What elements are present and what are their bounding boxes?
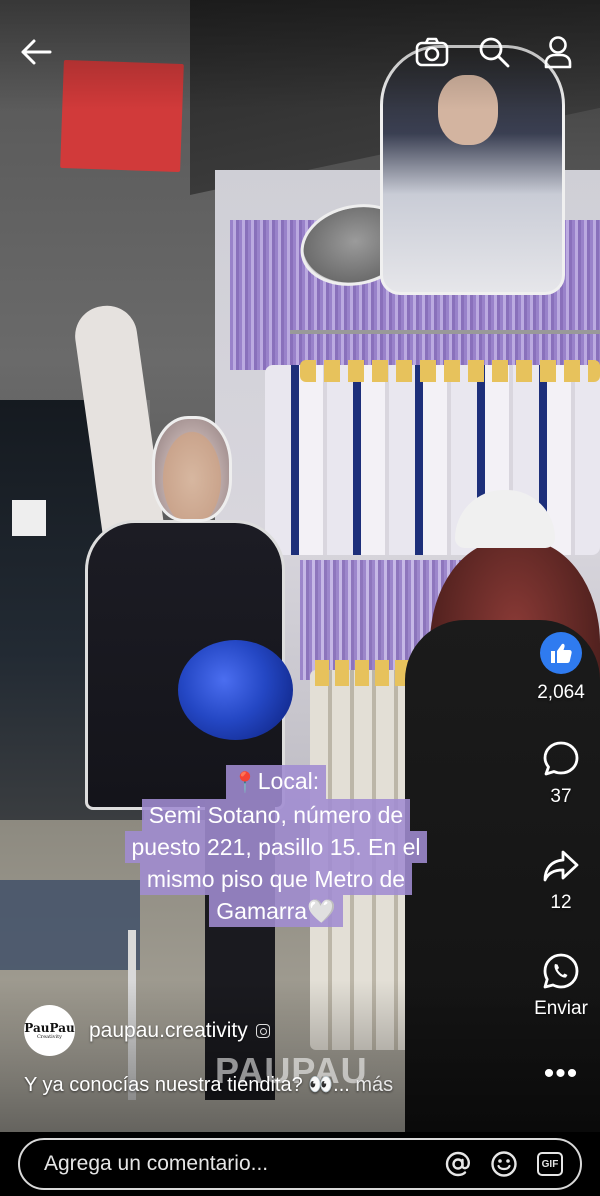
hangers (300, 360, 600, 382)
camera-icon (415, 37, 449, 67)
sticker-text: Gamarra (216, 898, 308, 924)
author-row[interactable]: PauPau Creativity paupau.creativity (24, 1005, 270, 1056)
pin-emoji: 📍 (232, 772, 258, 794)
camera-button[interactable] (410, 30, 454, 74)
emoji-icon (491, 1151, 517, 1177)
comment-placeholder: Agrega un comentario... (44, 1152, 269, 1175)
at-icon (445, 1151, 470, 1177)
clothes-rack (290, 330, 600, 334)
sticker-line: puesto 221, pasillo 15. En el (124, 831, 428, 863)
sticker-text: Local: (257, 768, 320, 794)
share-icon (543, 850, 579, 882)
sticker-line: Gamarra🤍 (209, 895, 343, 927)
send-whatsapp-button[interactable]: Enviar (522, 952, 600, 1020)
comment-icon (543, 741, 579, 776)
post-caption[interactable]: Y ya conocías nuestra tiendita? 👀... más (24, 1072, 393, 1097)
emoji-button[interactable] (488, 1148, 520, 1180)
heart-emoji: 🤍 (307, 898, 336, 924)
avatar-subtext: Creativity (36, 1033, 63, 1040)
door-sign (12, 500, 46, 536)
sticker-line: Semi Sotano, número de (141, 799, 411, 831)
sticker-line: 📍Local: (225, 765, 327, 799)
comment-count: 37 (550, 786, 572, 807)
search-icon (479, 37, 510, 68)
share-button[interactable]: 12 (522, 848, 600, 914)
back-button[interactable] (14, 30, 58, 74)
post-caption-text: Y ya conocías nuestra tiendita? 👀... (24, 1074, 356, 1096)
share-count: 12 (550, 892, 572, 913)
more-icon: ••• (543, 1057, 579, 1090)
caption-sticker: 📍Local: Semi Sotano, número de puesto 22… (98, 765, 454, 927)
like-button[interactable]: 2,064 (522, 632, 600, 704)
more-link[interactable]: más (355, 1074, 393, 1096)
gif-button[interactable]: GIF (534, 1148, 566, 1180)
comment-bar-container: Agrega un comentario... GIF (0, 1132, 600, 1196)
whatsapp-icon (543, 953, 579, 989)
search-button[interactable] (472, 30, 516, 74)
verified-icon (255, 1023, 270, 1038)
send-label: Enviar (534, 998, 588, 1019)
gif-icon: GIF (537, 1152, 563, 1176)
comment-input[interactable]: Agrega un comentario... GIF (18, 1138, 582, 1190)
cutout-head (152, 416, 232, 522)
more-button[interactable]: ••• (522, 1057, 600, 1090)
back-arrow-icon (21, 39, 52, 65)
mention-button[interactable] (442, 1148, 474, 1180)
author-name[interactable]: paupau.creativity (89, 1019, 248, 1043)
avatar-text: PauPau (24, 1020, 75, 1035)
comment-button[interactable]: 37 (522, 740, 600, 808)
reel-video[interactable] (0, 0, 600, 1132)
avatar[interactable]: PauPau Creativity (24, 1005, 75, 1056)
pompom (178, 640, 293, 740)
sticker-line: mismo piso que Metro de (139, 863, 413, 895)
like-count: 2,064 (537, 682, 585, 703)
profile-button[interactable] (536, 30, 580, 74)
comment-tools: GIF (442, 1148, 566, 1180)
profile-icon (544, 36, 572, 69)
like-icon (540, 632, 582, 674)
